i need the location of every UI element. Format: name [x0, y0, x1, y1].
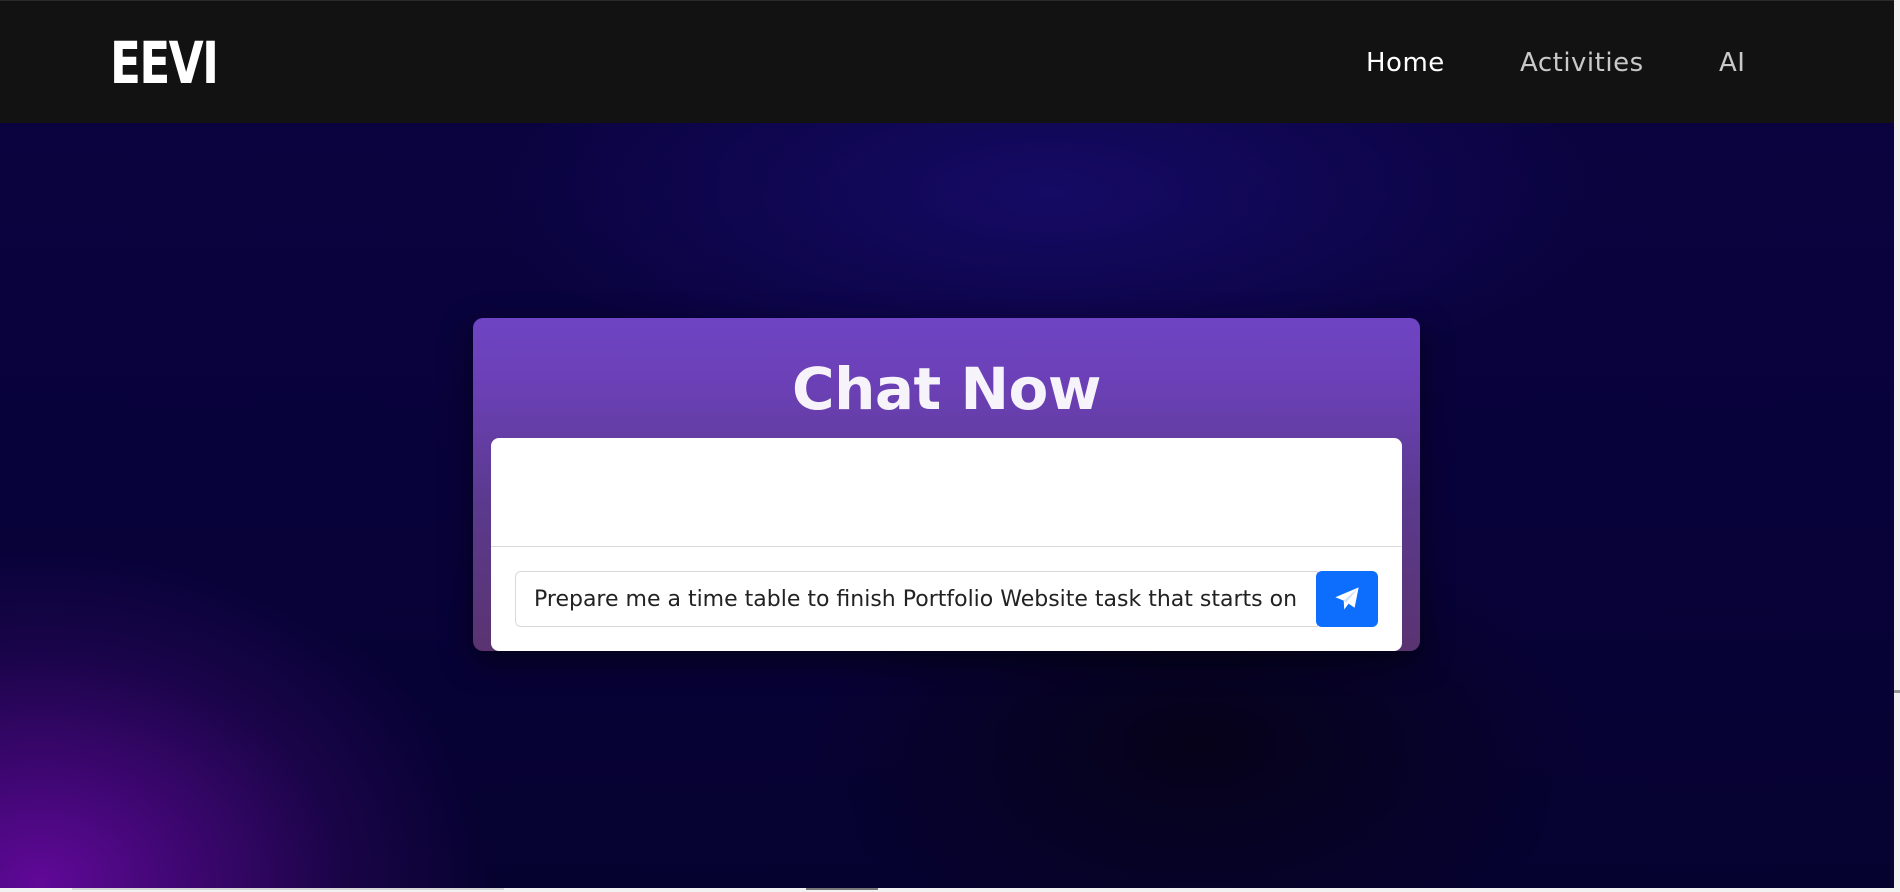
send-button[interactable]	[1316, 571, 1378, 627]
nav-link-activities[interactable]: Activities	[1520, 45, 1644, 81]
paper-plane-icon	[1335, 587, 1359, 610]
horizontal-scrollbar-marker	[806, 888, 878, 890]
vertical-scrollbar[interactable]	[1894, 0, 1900, 892]
logo[interactable]: EEVI	[110, 28, 219, 98]
nav-link-home[interactable]: Home	[1366, 45, 1445, 81]
page: EEVI Home Activities AI Chat Now	[0, 0, 1900, 892]
top-navbar: EEVI Home Activities AI	[0, 0, 1894, 123]
vertical-scrollbar-thumb[interactable]	[1894, 690, 1900, 693]
chat-message-input[interactable]	[515, 571, 1318, 627]
chat-body	[491, 438, 1402, 651]
horizontal-scrollbar-thumb[interactable]	[72, 888, 504, 890]
chat-card: Chat Now	[473, 318, 1420, 651]
chat-messages-area	[491, 438, 1402, 547]
chat-title: Chat Now	[792, 355, 1101, 423]
chat-input-row	[515, 571, 1378, 627]
nav-link-ai[interactable]: AI	[1719, 45, 1745, 81]
